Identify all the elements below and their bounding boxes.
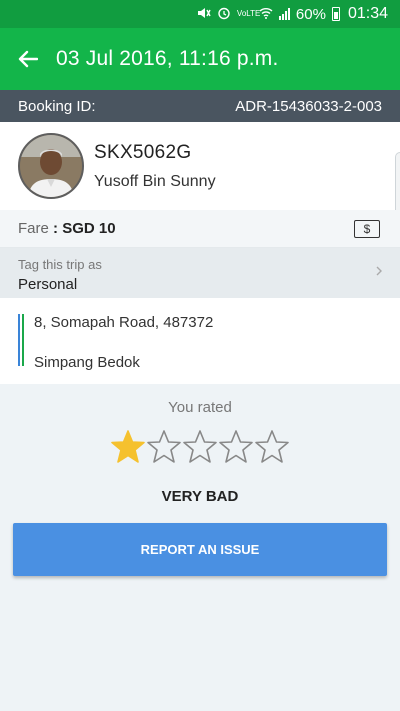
tag-value: Personal xyxy=(18,276,78,293)
booking-label: Booking ID: xyxy=(18,97,96,115)
route-line-pickup-lower xyxy=(18,340,20,366)
mute-icon xyxy=(197,7,211,22)
pickup-address: 8, Somapah Road, 487372 xyxy=(34,314,214,331)
route-line-dropoff xyxy=(22,314,24,366)
vehicle-plate: SKX5062G xyxy=(94,141,192,163)
status-time: 01:34 xyxy=(347,5,388,22)
app-bar: 03 Jul 2016, 11:16 p.m. xyxy=(0,28,400,90)
back-button[interactable] xyxy=(0,28,56,90)
fare-separator: : xyxy=(48,220,63,237)
driver-name: Yusoff Bin Sunny xyxy=(94,172,216,190)
signal-icon xyxy=(278,8,290,20)
route-card: 8, Somapah Road, 487372 Simpang Bedok xyxy=(0,298,400,384)
fare-row: Fare : SGD 10 $ xyxy=(0,210,400,248)
driver-card: SKX5062G Yusoff Bin Sunny xyxy=(0,122,400,210)
driver-avatar xyxy=(18,133,84,199)
chevron-right-icon xyxy=(376,266,382,279)
rated-label: You rated xyxy=(168,399,232,416)
volte-icon: VoLTE xyxy=(236,9,261,18)
star-filled-icon[interactable] xyxy=(110,429,146,465)
booking-id: ADR-15436033-2-003 xyxy=(235,97,382,115)
arrow-left-icon xyxy=(18,50,38,68)
fare-label: Fare xyxy=(18,220,49,237)
star-empty-icon[interactable] xyxy=(146,429,182,465)
tag-label: Tag this trip as xyxy=(18,257,102,272)
page-title: 03 Jul 2016, 11:16 p.m. xyxy=(56,47,279,70)
dropoff-address: Simpang Bedok xyxy=(34,354,140,371)
star-empty-icon[interactable] xyxy=(182,429,218,465)
star-empty-icon[interactable] xyxy=(218,429,254,465)
route-line-pickup xyxy=(18,314,20,340)
booking-bar: Booking ID: ADR-15436033-2-003 xyxy=(0,90,400,122)
star-empty-icon[interactable] xyxy=(254,429,290,465)
star-rating[interactable] xyxy=(110,429,290,467)
alarm-icon xyxy=(217,6,231,23)
report-issue-button[interactable]: REPORT AN ISSUE xyxy=(13,523,387,576)
rating-text: VERY BAD xyxy=(161,488,239,505)
tag-trip-row[interactable]: Tag this trip as Personal xyxy=(0,248,400,298)
battery-percent: 60% xyxy=(295,5,326,23)
cash-payment-icon: $ xyxy=(354,219,380,238)
fare-value: SGD 10 xyxy=(62,220,116,237)
wifi-icon xyxy=(259,7,273,22)
status-bar: VoLTE 60% 01:34 xyxy=(0,0,400,28)
battery-icon xyxy=(331,7,340,21)
